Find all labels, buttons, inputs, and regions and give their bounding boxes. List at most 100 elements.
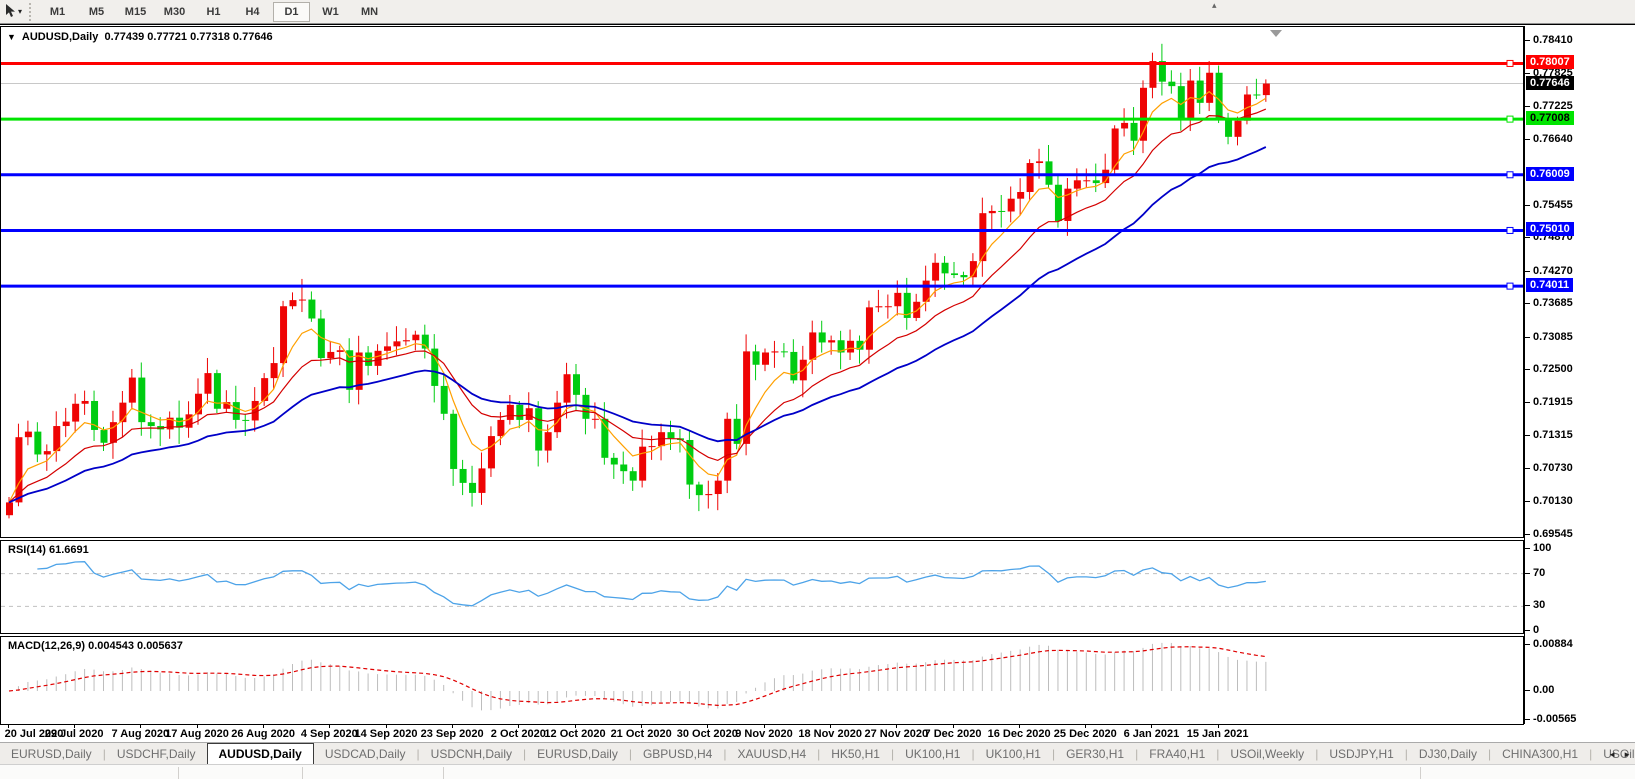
tab-GER30-H1[interactable]: GER30,H1 [1055,743,1135,764]
tick-mark [1525,690,1530,691]
macd-chart [1,637,1523,724]
indicator-axis-tick: -0.00565 [1533,713,1576,725]
tab-EURUSD-Daily[interactable]: EURUSD,Daily [526,743,629,764]
toolbar-expand-icon[interactable]: ▴ [1212,0,1217,11]
chart-ohlc-values: 0.77439 0.77721 0.77318 0.77646 [104,31,272,43]
date-label: 29 Jul 2020 [45,728,104,740]
price-label-box: 0.76009 [1526,167,1574,181]
chevron-down-icon: ▾ [18,8,22,16]
hline-handle[interactable] [1507,172,1513,178]
macd-indicator-panel[interactable]: MACD(12,26,9) 0.004543 0.005637 [0,636,1524,725]
hline-handle[interactable] [1507,283,1513,289]
tab-scroll-right-icon[interactable]: ► [1623,750,1631,759]
tick-mark [1525,719,1530,720]
tick-mark [1525,435,1530,436]
indicator-axis-tick: 100 [1533,542,1551,554]
status-separator [443,767,444,779]
date-label: 2 Oct 2020 [491,728,546,740]
date-label: 12 Oct 2020 [544,728,605,740]
tick-mark [1525,644,1530,645]
tick-mark [1525,605,1530,606]
tab-USOil-Weekly[interactable]: USOil,Weekly [1219,743,1315,764]
price-tick: 0.75455 [1533,199,1573,211]
tab-USDCHF-Daily[interactable]: USDCHF,Daily [106,743,207,764]
title-dropdown-icon[interactable]: ▼ [7,32,16,42]
date-axis: 20 Jul 202029 Jul 20207 Aug 202017 Aug 2… [0,725,1635,742]
tick-mark [1525,73,1530,74]
chart-symbol-label: AUDUSD,Daily [22,31,98,43]
price-label-box: 0.77008 [1526,111,1574,125]
macd-label: MACD(12,26,9) 0.004543 0.005637 [8,640,183,652]
date-label: 6 Jan 2021 [1124,728,1180,740]
tick-mark [1525,573,1530,574]
chart-tab-bar: EURUSD,Daily|USDCHF,DailyAUDUSD,DailyUSD… [0,742,1635,764]
tab-HK50-H1[interactable]: HK50,H1 [820,743,891,764]
tab-USDJPY-H1[interactable]: USDJPY,H1 [1318,743,1404,764]
tab-USDCNH-Daily[interactable]: USDCNH,Daily [420,743,523,764]
timeframe-button-H1[interactable]: H1 [195,2,232,22]
tick-mark [1525,106,1530,107]
hline-handle[interactable] [1507,60,1513,66]
date-label: 16 Dec 2020 [988,728,1051,740]
cursor-tool-button[interactable]: ▾ [0,2,26,22]
tick-mark [1525,139,1530,140]
price-tick: 0.70130 [1533,495,1573,507]
price-tick: 0.78410 [1533,34,1573,46]
timeframe-button-M1[interactable]: M1 [39,2,76,22]
hline-handle[interactable] [1507,227,1513,233]
indicator-axis-tick: 70 [1533,567,1545,579]
tick-mark [1525,630,1530,631]
tab-CHINA300-H1[interactable]: CHINA300,H1 [1491,743,1589,764]
timeframe-button-M30[interactable]: M30 [156,2,193,22]
rsi-indicator-panel[interactable]: RSI(14) 61.6691 [0,540,1524,634]
date-label: 9 Nov 2020 [735,728,792,740]
tick-mark [1525,271,1530,272]
tab-EURUSD-Daily[interactable]: EURUSD,Daily [0,743,103,764]
tab-scroll-left-icon[interactable]: ◄ [1608,750,1616,759]
indicator-axis-tick: 30 [1533,599,1545,611]
price-label-box: 0.78007 [1526,55,1574,69]
mt4-window: ▾ M1M5M15M30H1H4D1W1MN ▴ ▼ AUDUSD,Daily … [0,0,1635,779]
tick-mark [1525,402,1530,403]
tab-DJ30-Daily[interactable]: DJ30,Daily [1408,743,1488,764]
date-label: 26 Aug 2020 [231,728,295,740]
price-label-box: 0.75010 [1526,222,1574,236]
tab-AUDUSD-Daily[interactable]: AUDUSD,Daily [207,743,314,764]
price-chart-panel[interactable]: ▼ AUDUSD,Daily 0.77439 0.77721 0.77318 0… [0,26,1524,538]
timeframe-button-W1[interactable]: W1 [312,2,349,22]
tab-GBPUSD-H4[interactable]: GBPUSD,H4 [632,743,723,764]
tab-XAUUSD-H4[interactable]: XAUUSD,H4 [726,743,817,764]
timeframe-button-MN[interactable]: MN [351,2,388,22]
tick-mark [1525,303,1530,304]
price-tick: 0.72500 [1533,363,1573,375]
candlestick-chart[interactable] [1,27,1523,537]
timeframe-button-M5[interactable]: M5 [78,2,115,22]
date-label: 14 Sep 2020 [355,728,418,740]
tick-mark [1525,337,1530,338]
timeframe-button-H4[interactable]: H4 [234,2,271,22]
date-label: 15 Jan 2021 [1187,728,1249,740]
tab-FRA40-H1[interactable]: FRA40,H1 [1138,743,1216,764]
tab-UK100-H1[interactable]: UK100,H1 [975,743,1052,764]
status-bar [0,764,1635,779]
toolbar-grip [29,3,35,21]
price-axis: 0.784100.778250.772250.766400.754550.748… [1524,26,1635,724]
timeframe-toolbar: ▾ M1M5M15M30H1H4D1W1MN ▴ [0,0,1635,24]
price-tick: 0.74270 [1533,265,1573,277]
timeframe-button-M15[interactable]: M15 [117,2,154,22]
timeframe-button-D1[interactable]: D1 [273,2,310,22]
price-label-box: 0.74011 [1526,278,1573,292]
hline-handle[interactable] [1507,116,1513,122]
chart-title: ▼ AUDUSD,Daily 0.77439 0.77721 0.77318 0… [7,31,273,43]
price-tick: 0.73685 [1533,297,1573,309]
price-label-box: 0.77646 [1526,76,1574,90]
tick-mark [1525,40,1530,41]
date-label: 4 Sep 2020 [301,728,358,740]
chart-shift-icon[interactable] [1270,30,1282,37]
date-label: 17 Aug 2020 [165,728,229,740]
price-tick: 0.71315 [1533,429,1573,441]
date-label: 7 Dec 2020 [925,728,982,740]
tab-UK100-H1[interactable]: UK100,H1 [894,743,971,764]
tick-mark [1525,501,1530,502]
tab-USDCAD-Daily[interactable]: USDCAD,Daily [314,743,417,764]
